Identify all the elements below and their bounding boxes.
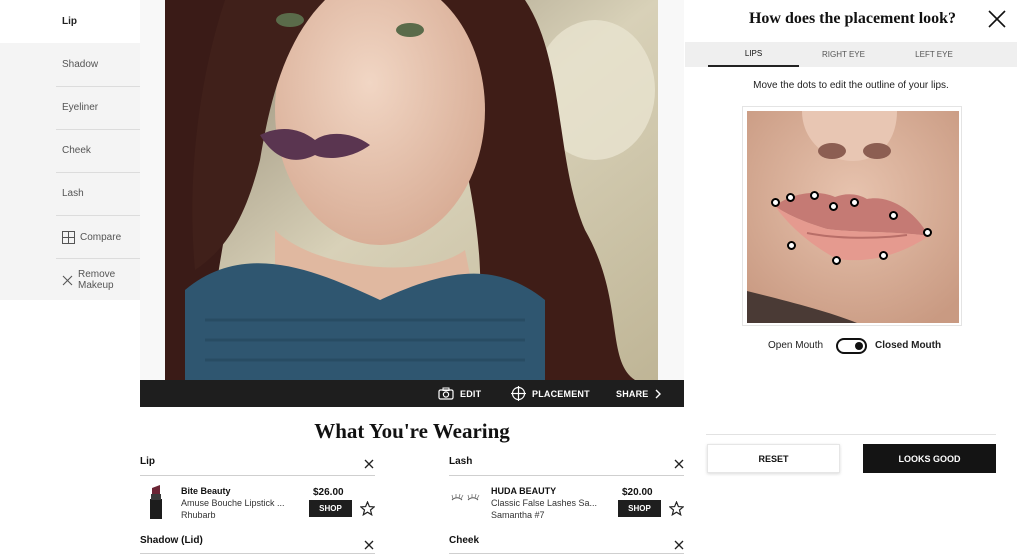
close-icon [62,275,73,285]
lip-outline-handle[interactable] [810,191,819,200]
lip-outline-handle[interactable] [787,241,796,250]
share-label: SHARE [616,388,649,399]
favorite-star-icon[interactable] [668,500,685,521]
try-on-photo-area: EDIT PLACEMENT SHARE [140,0,684,407]
menu-item-label: Lash [62,188,84,199]
lip-outline-handle[interactable] [829,202,838,211]
remove-makeup-button[interactable]: Remove Makeup [0,266,140,294]
menu-item-eyeliner[interactable]: Eyeliner [0,86,140,129]
close-icon [988,10,1006,28]
product-shade: Rhubarb [181,510,216,520]
lip-closeup-image [747,111,959,323]
chevron-right-icon [655,389,661,398]
close-icon [674,540,684,550]
remove-shadow-button[interactable] [364,539,374,552]
lip-outline-handle[interactable] [786,193,795,202]
product-brand: HUDA BEAUTY [491,486,557,496]
edit-button[interactable]: EDIT [438,380,481,407]
lip-outline-handle[interactable] [771,198,780,207]
menu-item-label: Lip [62,16,77,27]
crosshair-icon [511,386,526,401]
makeup-category-menu: Lip Shadow Eyeliner Cheek Lash Compare R… [0,0,140,300]
toggle-knob [855,342,863,350]
product-name: Classic False Lashes Sa... [491,498,598,508]
close-icon [674,459,684,469]
camera-icon [438,387,454,400]
remove-makeup-label: Remove Makeup [78,269,116,291]
placement-button[interactable]: PLACEMENT [511,380,590,407]
tab-left-eye[interactable]: LEFT EYE [888,42,980,67]
wearing-title: What You're Wearing [314,419,510,443]
mouth-toggle-row: Open Mouth Closed Mouth [685,338,1017,354]
photo-toolbar: EDIT PLACEMENT SHARE [140,380,684,407]
remove-cheek-button[interactable] [674,539,684,552]
menu-item-label: Eyeliner [62,102,99,113]
menu-item-label: Cheek [62,145,91,156]
favorite-star-icon[interactable] [359,500,376,521]
close-icon [364,459,374,469]
menu-divider [56,215,140,216]
section-header-lash: Lash [449,456,473,467]
tab-lips[interactable]: LIPS [708,42,799,67]
section-divider [449,553,684,554]
compare-button[interactable]: Compare [0,226,140,248]
lip-outline-handle[interactable] [923,228,932,237]
lipstick-product-image [145,485,167,524]
menu-item-shadow[interactable]: Shadow [0,43,140,86]
compare-grid-icon [62,230,75,244]
section-header-cheek: Cheek [449,535,480,546]
looks-good-button[interactable]: LOOKS GOOD [863,444,996,473]
placement-label: PLACEMENT [532,388,590,399]
close-panel-button[interactable] [987,9,1007,29]
compare-label: Compare [80,231,122,243]
placement-panel-title: How does the placement look? [748,10,957,27]
close-icon [364,540,374,550]
section-divider [140,553,375,554]
section-divider [140,475,375,476]
share-button[interactable]: SHARE [616,380,662,407]
panel-divider [706,434,996,435]
open-mouth-label: Open Mouth [768,340,824,351]
edit-label: EDIT [460,388,482,399]
placement-tabs: LIPS RIGHT EYE LEFT EYE [685,42,1017,67]
remove-lash-button[interactable] [674,458,684,471]
menu-divider [56,258,140,259]
menu-item-lash[interactable]: Lash [0,172,140,215]
product-price: $26.00 [313,487,344,498]
lip-outline-handle[interactable] [850,198,859,207]
shop-button[interactable]: SHOP [309,500,352,517]
lip-outline-handle[interactable] [889,211,898,220]
product-name: Amuse Bouche Lipstick ... [181,498,285,508]
menu-item-cheek[interactable]: Cheek [0,129,140,172]
lip-outline-handle[interactable] [832,256,841,265]
product-brand: Bite Beauty [181,486,231,496]
mouth-state-toggle[interactable] [836,338,867,354]
product-price: $20.00 [622,487,653,498]
lip-outline-editor [742,106,962,326]
closed-mouth-label: Closed Mouth [875,340,942,351]
lashes-product-image [450,492,482,511]
placement-instruction: Move the dots to edit the outline of you… [753,80,949,91]
product-shade: Samantha #7 [491,510,545,520]
menu-item-label: Shadow [62,59,99,70]
remove-lip-button[interactable] [364,458,374,471]
section-header-shadow-lid: Shadow (Lid) [140,535,203,546]
menu-item-lip[interactable]: Lip [0,0,140,43]
selfie-photo [165,0,658,380]
reset-button[interactable]: RESET [707,444,840,473]
tab-right-eye[interactable]: RIGHT EYE [799,42,888,67]
lip-outline-handle[interactable] [879,251,888,260]
shop-button[interactable]: SHOP [618,500,661,517]
section-divider [449,475,684,476]
section-header-lip: Lip [140,456,155,467]
